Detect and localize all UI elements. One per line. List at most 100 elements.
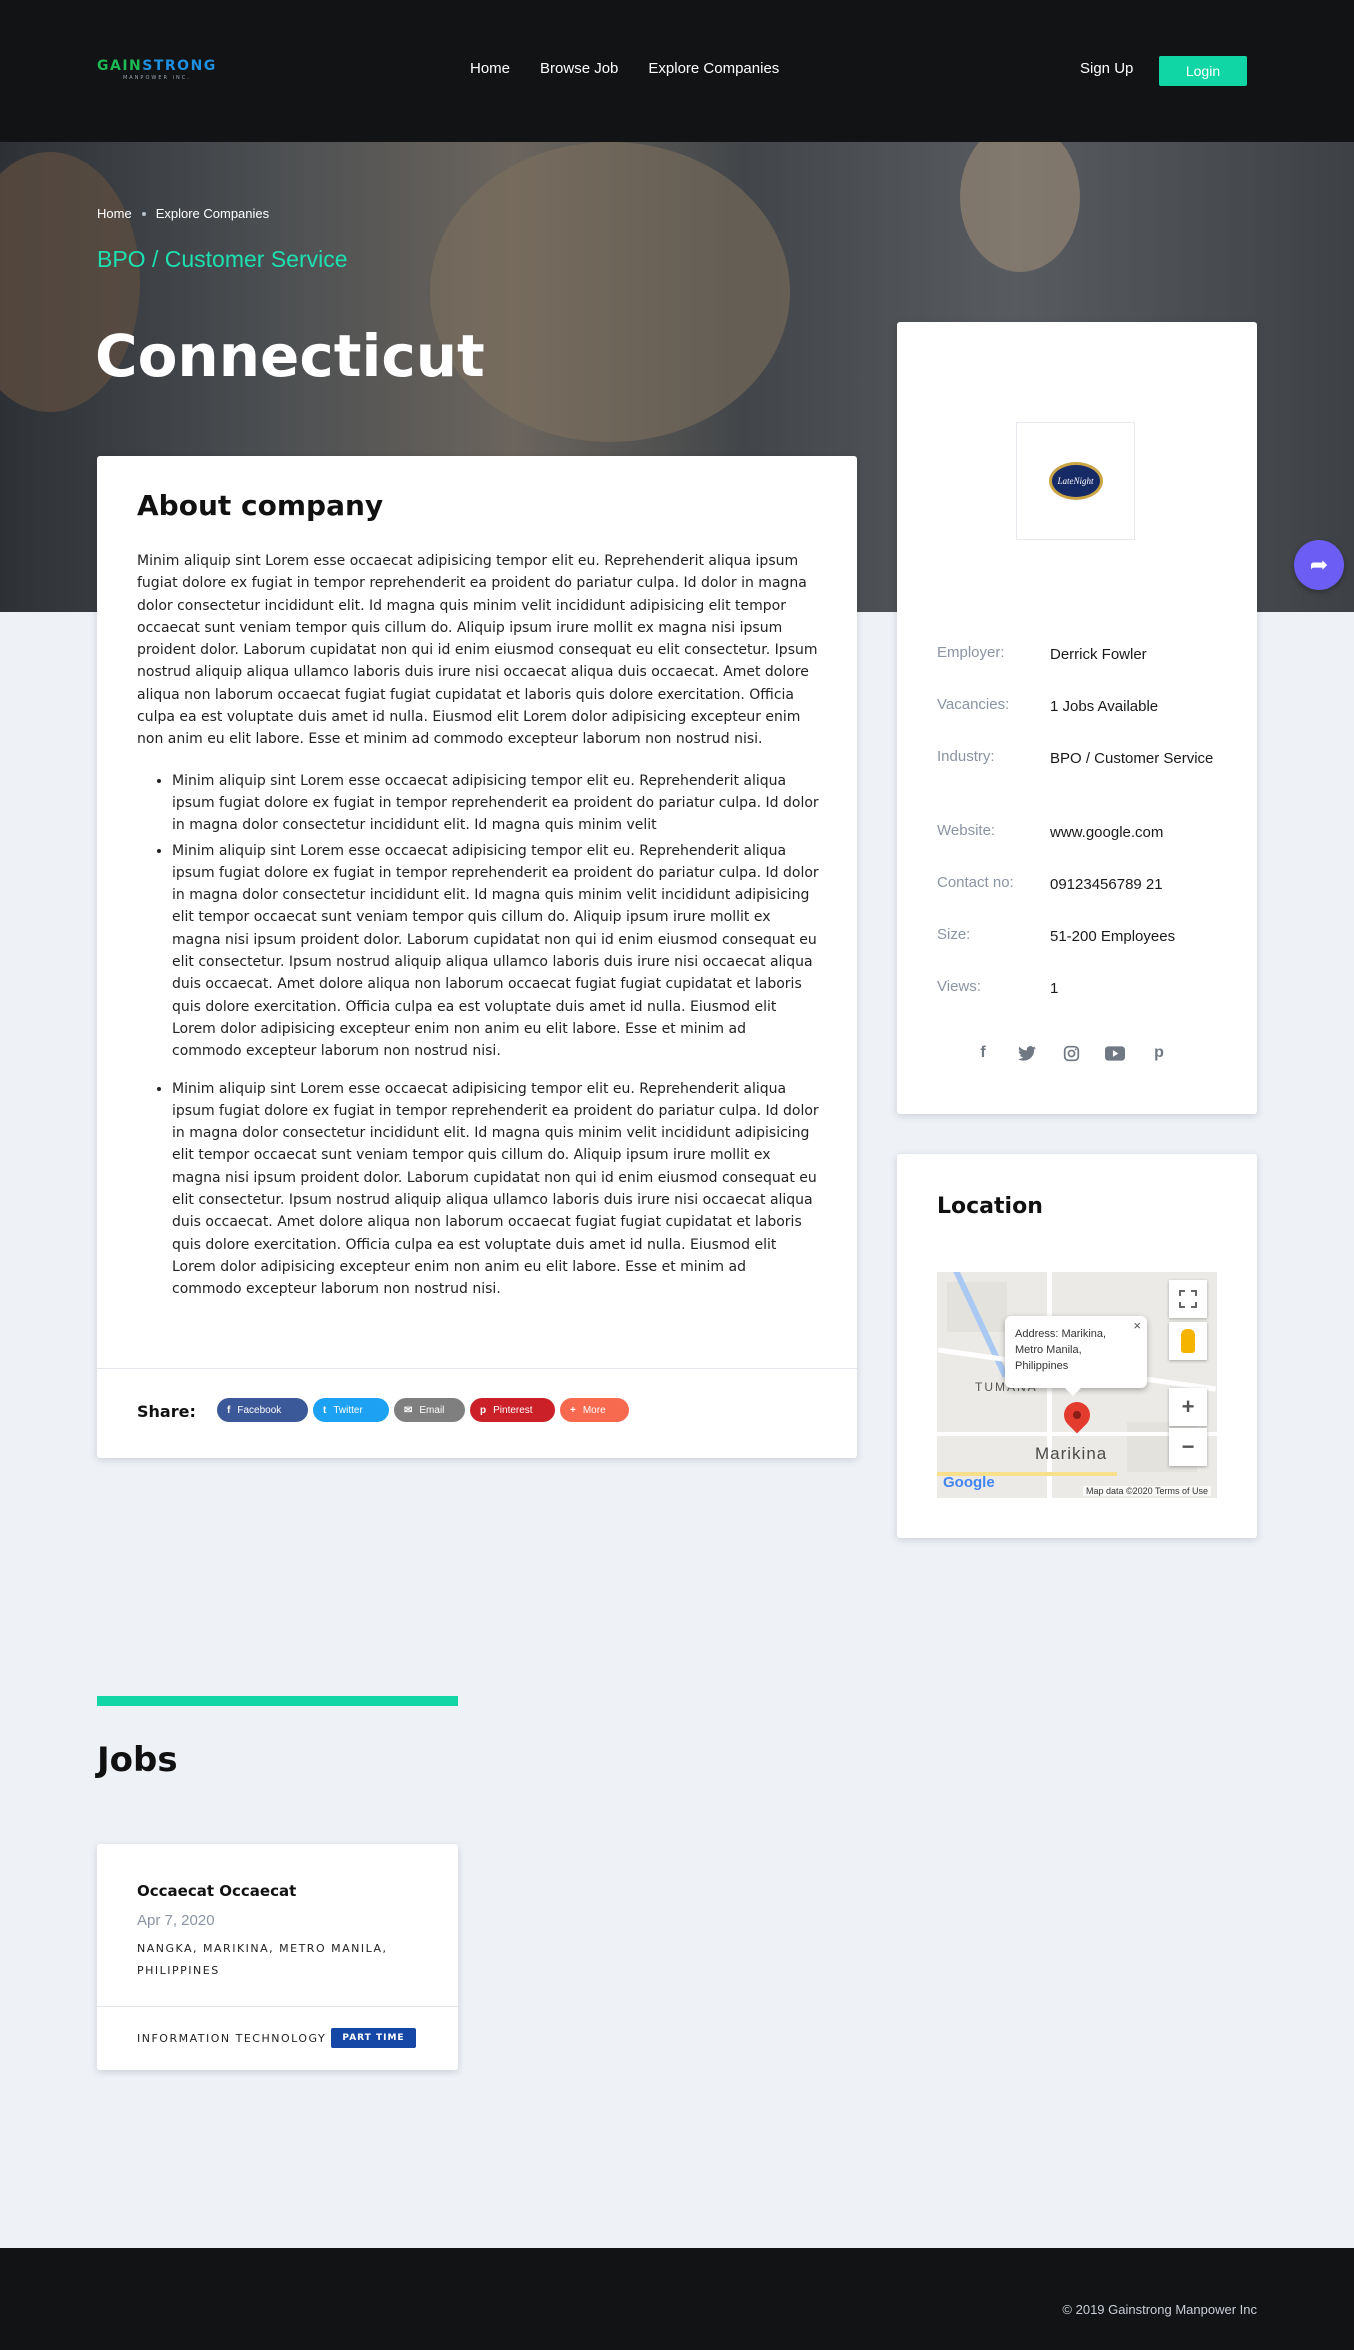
info-row-size: Size: 51-200 Employees <box>937 926 1227 948</box>
pinterest-icon: p <box>480 1404 487 1416</box>
company-industry: BPO / Customer Service <box>97 246 348 272</box>
copyright-text: © 2019 Gainstrong Manpower Inc <box>1062 2302 1257 2317</box>
company-logo: LateNight <box>1048 462 1103 500</box>
info-row-website: Website: www.google.com <box>937 822 1227 844</box>
zoom-out-icon[interactable]: − <box>1169 1428 1207 1466</box>
signup-link[interactable]: Sign Up <box>1080 60 1133 77</box>
logo-part-gain: GAIN <box>97 58 143 74</box>
main-nav: Home Browse Job Explore Companies <box>470 60 779 77</box>
job-category: INFORMATION TECHNOLOGY <box>137 2032 327 2045</box>
card-divider <box>97 1368 857 1369</box>
share-more-label: More <box>582 1404 606 1416</box>
about-bullet: Minim aliquip sint Lorem esse occaecat a… <box>172 1078 819 1301</box>
company-logo-frame: LateNight <box>1016 422 1135 540</box>
info-label: Employer: <box>937 644 1005 661</box>
info-row-vacancies: Vacancies: 1 Jobs Available <box>937 696 1227 718</box>
breadcrumb-explore-companies[interactable]: Explore Companies <box>156 206 269 221</box>
share-pinterest-button[interactable]: p Pinterest <box>470 1398 555 1422</box>
google-logo-text: Google <box>943 1474 995 1491</box>
info-label: Vacancies: <box>937 696 1010 713</box>
share-label: Share: <box>137 1402 196 1421</box>
logo-part-strong: STRONG <box>142 58 217 74</box>
twitter-icon: t <box>323 1404 327 1416</box>
email-icon: ✉ <box>404 1404 413 1416</box>
job-type-badge: PART TIME <box>331 2028 416 2048</box>
login-button[interactable]: Login <box>1159 56 1247 86</box>
breadcrumb: Home Explore Companies <box>97 206 269 221</box>
about-body: Minim aliquip sint Lorem esse occaecat a… <box>137 550 819 1304</box>
info-value: 1 <box>1050 980 1059 997</box>
youtube-icon[interactable] <box>1104 1042 1126 1064</box>
share-facebook-label: Facebook <box>237 1404 282 1416</box>
location-card: Location TUMANA Marikina × Address: Mari… <box>897 1154 1257 1538</box>
info-label: Contact no: <box>937 874 1014 891</box>
info-value: Derrick Fowler <box>1050 646 1147 663</box>
share-buttons: f Facebook t Twitter ✉ Email p Pinterest + Mo… <box>217 1398 629 1422</box>
map-popup-address: Address: Marikina, Metro Manila, Philipp… <box>1015 1328 1107 1372</box>
about-title: About company <box>137 489 384 522</box>
page-footer: © 2019 Gainstrong Manpower Inc <box>0 2248 1354 2350</box>
employer-info-card: LateNight Employer: Derrick Fowler Vacanc… <box>897 322 1257 1114</box>
about-bullet: Minim aliquip sint Lorem esse occaecat a… <box>172 770 819 837</box>
share-more-button[interactable]: + More <box>560 1398 629 1422</box>
info-label: Website: <box>937 822 996 839</box>
website-link[interactable]: www.google.com <box>1050 822 1227 844</box>
breadcrumb-home[interactable]: Home <box>97 206 132 221</box>
map-place-label: Marikina <box>1035 1444 1108 1463</box>
google-logo: Google <box>943 1474 995 1491</box>
jobs-accent-bar <box>97 1696 458 1706</box>
close-icon[interactable]: × <box>1133 1318 1141 1334</box>
about-company-card: About company Minim aliquip sint Lorem e… <box>97 456 857 1458</box>
about-paragraph: Minim aliquip sint Lorem esse occaecat a… <box>137 553 818 748</box>
company-social-links: f p <box>972 1042 1170 1064</box>
pegman-figure <box>1181 1329 1195 1353</box>
nav-home-link[interactable]: Home <box>470 60 510 77</box>
pinterest-icon[interactable]: p <box>1148 1042 1170 1064</box>
job-title[interactable]: Occaecat Occaecat <box>137 1882 296 1900</box>
info-label: Industry: <box>937 748 995 765</box>
job-divider <box>97 2006 458 2007</box>
map-pin-icon[interactable] <box>1058 1396 1096 1434</box>
share-arrow-icon: ➦ <box>1309 552 1329 578</box>
nav-browse-job-link[interactable]: Browse Job <box>540 60 618 77</box>
job-date: Apr 7, 2020 <box>137 1912 215 1929</box>
company-name-heading: Connecticut <box>95 322 485 390</box>
jobs-title: Jobs <box>97 1740 178 1780</box>
map-attribution[interactable]: Map data ©2020 Terms of Use <box>1082 1486 1211 1496</box>
top-navbar: GAINSTRONG MANPOWER INC. Home Browse Job… <box>0 0 1354 142</box>
map-info-popup: × Address: Marikina, Metro Manila, Phili… <box>1005 1316 1147 1396</box>
pegman-icon[interactable] <box>1169 1322 1207 1360</box>
brand-logo[interactable]: GAINSTRONG MANPOWER INC. <box>97 58 217 81</box>
info-value: 09123456789 21 <box>1050 876 1163 893</box>
logo-wordmark: GAINSTRONG <box>97 58 217 74</box>
job-card[interactable]: Occaecat Occaecat Apr 7, 2020 NANGKA, MA… <box>97 1844 458 2070</box>
info-row-contact: Contact no: 09123456789 21 <box>937 874 1227 896</box>
info-row-views: Views: 1 <box>937 978 1227 1000</box>
job-location: NANGKA, MARIKINA, METRO MANILA, PHILIPPI… <box>137 1942 388 1977</box>
location-title: Location <box>937 1194 1043 1219</box>
about-bullet: Minim aliquip sint Lorem esse occaecat a… <box>172 840 819 1063</box>
twitter-icon[interactable] <box>1016 1042 1038 1064</box>
nav-explore-companies-link[interactable]: Explore Companies <box>648 60 779 77</box>
info-value: BPO / Customer Service <box>1050 750 1214 767</box>
share-email-label: Email <box>419 1404 445 1416</box>
share-twitter-label: Twitter <box>333 1404 363 1416</box>
info-label: Size: <box>937 926 971 943</box>
info-value: 51-200 Employees <box>1050 928 1176 945</box>
location-map[interactable]: TUMANA Marikina × Address: Marikina, Met… <box>937 1272 1217 1498</box>
share-facebook-button[interactable]: f Facebook <box>217 1398 308 1422</box>
share-twitter-button[interactable]: t Twitter <box>313 1398 389 1422</box>
info-row-industry: Industry: BPO / Customer Service <box>937 748 1227 770</box>
about-bullet-list: Minim aliquip sint Lorem esse occaecat a… <box>137 770 819 1301</box>
share-pinterest-label: Pinterest <box>493 1404 533 1416</box>
facebook-icon: f <box>227 1404 231 1416</box>
instagram-icon[interactable] <box>1060 1042 1082 1064</box>
info-label: Views: <box>937 978 981 995</box>
floating-share-button[interactable]: ➦ <box>1294 540 1344 590</box>
share-email-button[interactable]: ✉ Email <box>394 1398 465 1422</box>
zoom-in-icon[interactable]: + <box>1169 1388 1207 1426</box>
fullscreen-icon[interactable] <box>1169 1280 1207 1318</box>
plus-icon: + <box>570 1404 576 1416</box>
facebook-icon[interactable]: f <box>972 1042 994 1064</box>
breadcrumb-separator <box>141 211 146 216</box>
